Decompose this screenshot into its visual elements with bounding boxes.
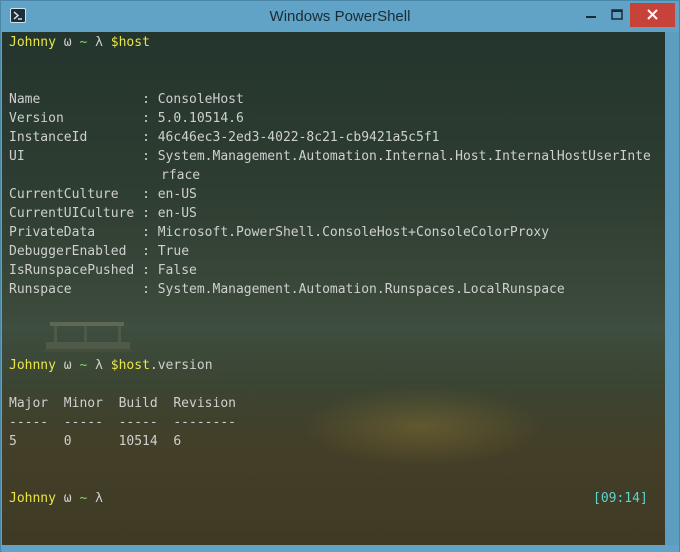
output-line-wrap: rface [161, 168, 201, 183]
output-line: DebuggerEnabled : True [9, 244, 190, 259]
close-icon [647, 9, 658, 20]
maximize-button[interactable] [604, 3, 630, 27]
prompt-omega: ω [63, 358, 72, 373]
output-line: InstanceId : 46c46ec3-2ed3-4022-8c21-cb9… [9, 130, 440, 145]
minimize-icon [586, 16, 596, 18]
prompt-line-2: Johnny ω ~ λ $host.version [9, 356, 213, 375]
close-button[interactable] [630, 3, 675, 27]
output-line: CurrentCulture : en-US [9, 187, 197, 202]
command-member: .version [149, 358, 213, 373]
version-table-divider: ----- ----- ----- -------- [9, 415, 236, 430]
vertical-scrollbar[interactable] [665, 32, 679, 545]
maximize-icon [611, 9, 623, 20]
prompt-tilde: ~ [79, 358, 88, 373]
output-line: IsRunspacePushed : False [9, 263, 197, 278]
prompt-tilde: ~ [79, 35, 88, 50]
console-area[interactable]: Johnny ω ~ λ $host Name : ConsoleHost Ve… [2, 32, 665, 545]
prompt-omega: ω [63, 35, 72, 50]
output-line: CurrentUICulture : en-US [9, 206, 197, 221]
title-bar[interactable]: Windows PowerShell [1, 1, 679, 32]
command-variable: $host [110, 358, 150, 373]
prompt-lambda: λ [95, 358, 103, 373]
output-line: Runspace : System.Management.Automation.… [9, 282, 565, 297]
prompt-lambda: λ [95, 491, 103, 506]
prompt-line-3[interactable]: Johnny ω ~ λ [9, 489, 103, 508]
version-table-row: 5 0 10514 6 [9, 434, 182, 449]
prompt-user: Johnny [9, 35, 56, 50]
powershell-window: Windows PowerShell Johnny ω ~ λ $host Na… [0, 0, 680, 552]
command-variable: $host [110, 35, 150, 50]
prompt-omega: ω [63, 491, 72, 506]
prompt-line-1: Johnny ω ~ λ $host [9, 33, 150, 52]
output-line: UI : System.Management.Automation.Intern… [9, 149, 651, 164]
minimize-button[interactable] [578, 3, 604, 27]
window-bottom-border [2, 545, 679, 552]
output-line: PrivateData : Microsoft.PowerShell.Conso… [9, 225, 550, 240]
prompt-user: Johnny [9, 358, 56, 373]
prompt-lambda: λ [95, 35, 103, 50]
output-line: Name : ConsoleHost [9, 92, 244, 107]
prompt-clock: [09:14] [593, 491, 648, 506]
prompt-tilde: ~ [79, 491, 88, 506]
output-line: Version : 5.0.10514.6 [9, 111, 244, 126]
version-table-header: Major Minor Build Revision [9, 396, 236, 411]
prompt-user: Johnny [9, 491, 56, 506]
boat-background-image [44, 322, 132, 352]
